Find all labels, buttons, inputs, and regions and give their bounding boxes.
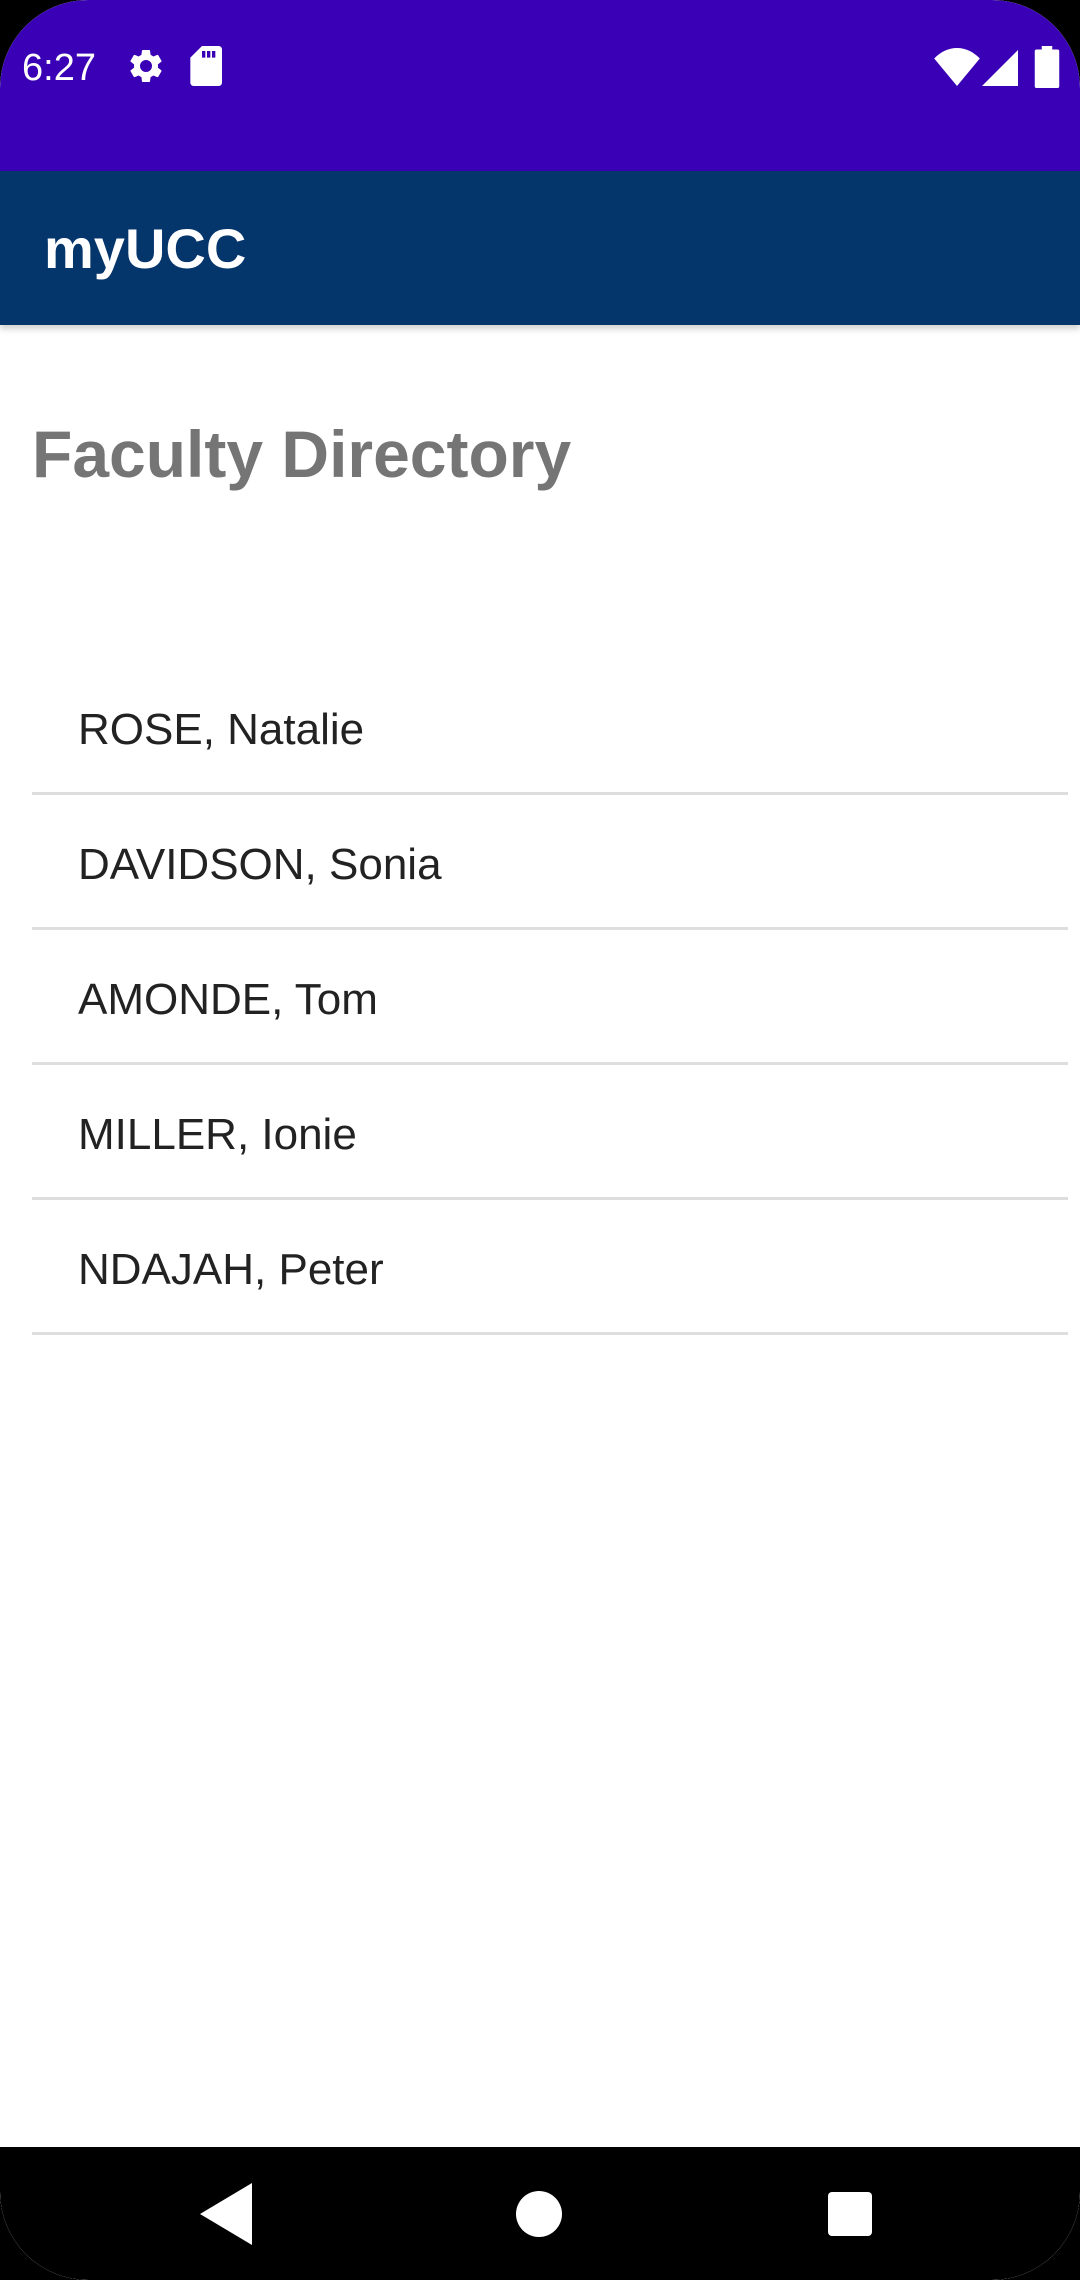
faculty-name: DAVIDSON, Sonia (78, 840, 442, 889)
signal-icon (982, 50, 1018, 86)
app-title: myUCC (44, 217, 247, 280)
screen: 6:27 myUCC Faculty Directory ROSE, Natal… (0, 0, 1080, 2280)
faculty-name: NDAJAH, Peter (78, 1245, 384, 1294)
battery-icon (1034, 46, 1060, 88)
sd-card-icon (190, 46, 222, 86)
faculty-name: ROSE, Natalie (78, 705, 365, 754)
faculty-list-item[interactable]: DAVIDSON, Sonia (32, 795, 1068, 930)
faculty-name: AMONDE, Tom (78, 975, 378, 1024)
status-bar: 6:27 (0, 0, 1080, 171)
faculty-list: ROSE, Natalie DAVIDSON, Sonia AMONDE, To… (32, 660, 1068, 1335)
faculty-name: MILLER, Ionie (78, 1110, 357, 1159)
recents-icon[interactable] (828, 2192, 872, 2236)
gear-icon (130, 49, 162, 82)
page-title: Faculty Directory (32, 417, 572, 491)
wifi-icon (934, 48, 980, 86)
home-icon[interactable] (516, 2191, 562, 2237)
navigation-bar (0, 2147, 1080, 2280)
back-icon[interactable] (200, 2183, 252, 2245)
faculty-list-item[interactable]: AMONDE, Tom (32, 930, 1068, 1065)
faculty-list-item[interactable]: ROSE, Natalie (32, 660, 1068, 795)
status-time: 6:27 (22, 47, 96, 89)
faculty-list-item[interactable]: MILLER, Ionie (32, 1065, 1068, 1200)
app-bar: myUCC (0, 171, 1080, 325)
faculty-list-item[interactable]: NDAJAH, Peter (32, 1200, 1068, 1335)
